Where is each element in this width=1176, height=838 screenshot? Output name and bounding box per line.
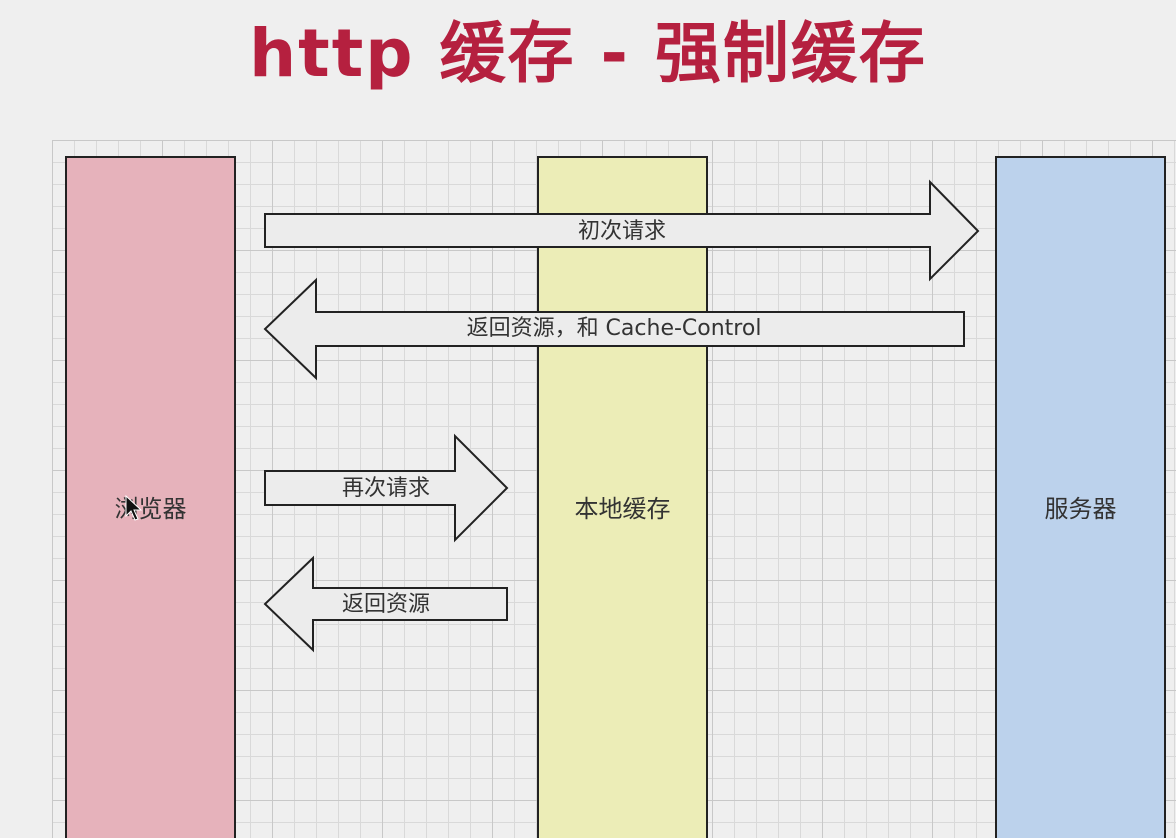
mouse-cursor-icon [125, 494, 143, 521]
first-request-label: 初次请求 [577, 219, 667, 244]
return-cache-control-label: 返回资源，和 Cache-Control [466, 316, 762, 341]
slide: http 缓存 - 强制缓存 浏览器 本地缓存 服务器 初次请求 返回资源，和 … [0, 0, 1176, 838]
second-request-label: 再次请求 [341, 476, 431, 501]
return-resource-label: 返回资源 [341, 592, 431, 617]
arrows-layer [125, 179, 980, 653]
